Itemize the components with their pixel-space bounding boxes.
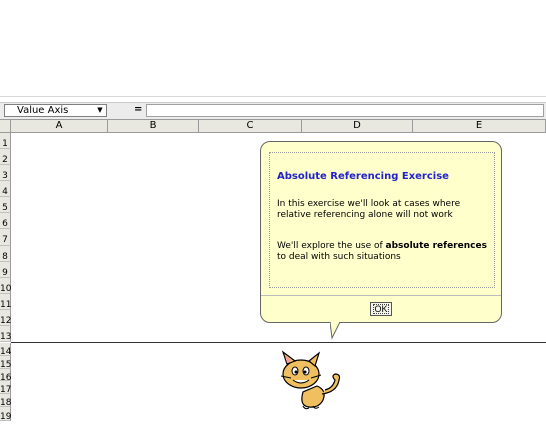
ok-label: OK <box>373 304 389 314</box>
row-header-10[interactable]: 10 <box>0 278 11 294</box>
row-header-9[interactable]: 9 <box>0 262 11 278</box>
frozen-pane-divider <box>11 342 546 343</box>
name-box[interactable]: Value Axis ▼ <box>4 104 107 117</box>
row-header-12[interactable]: 12 <box>0 310 11 326</box>
row-header-1[interactable]: 1 <box>0 133 11 149</box>
column-header-d[interactable]: D <box>302 120 413 133</box>
row-header-4[interactable]: 4 <box>0 181 11 197</box>
chevron-down-icon[interactable]: ▼ <box>95 106 105 115</box>
balloon-separator <box>261 295 501 296</box>
row-header-18[interactable]: 18 <box>0 394 11 408</box>
assistant-balloon: Absolute Referencing Exercise In this ex… <box>260 141 502 323</box>
para2-suffix: to deal with such situations <box>277 252 401 262</box>
balloon-paragraph-1: In this exercise we'll look at cases whe… <box>277 199 461 220</box>
row-header-6[interactable]: 6 <box>0 213 11 229</box>
ok-button[interactable]: OK <box>370 302 392 316</box>
column-header-b[interactable]: B <box>108 120 199 133</box>
row-header-5[interactable]: 5 <box>0 197 11 213</box>
chart-area <box>0 0 546 103</box>
row-header-11[interactable]: 11 <box>0 294 11 310</box>
para2-prefix: We'll explore the use of <box>277 241 386 251</box>
column-header-e[interactable]: E <box>413 120 546 133</box>
column-header-c[interactable]: C <box>199 120 302 133</box>
formula-input[interactable] <box>146 104 544 117</box>
row-header-14[interactable]: 14 <box>0 343 11 357</box>
balloon-tail <box>330 322 341 340</box>
select-all-corner[interactable] <box>0 120 11 133</box>
chart-ruler <box>0 96 546 103</box>
para2-bold: absolute references <box>385 241 487 251</box>
equals-sign: = <box>134 104 143 115</box>
row-header-2[interactable]: 2 <box>0 149 11 165</box>
formula-bar: Value Axis ▼ = <box>0 103 546 120</box>
row-header-3[interactable]: 3 <box>0 165 11 181</box>
row-header-15[interactable]: 15 <box>0 356 11 370</box>
column-header-a[interactable]: A <box>11 120 108 133</box>
row-header-17[interactable]: 17 <box>0 381 11 395</box>
balloon-paragraph-2: We'll explore the use of absolute refere… <box>277 241 492 263</box>
balloon-title: Absolute Referencing Exercise <box>277 171 449 182</box>
row-header-8[interactable]: 8 <box>0 246 11 262</box>
row-header-13[interactable]: 13 <box>0 326 11 342</box>
name-box-value: Value Axis <box>17 105 69 116</box>
row-header-7[interactable]: 7 <box>0 229 11 246</box>
row-header-16[interactable]: 16 <box>0 369 11 383</box>
office-assistant-cat-icon[interactable] <box>275 350 350 410</box>
row-header-19[interactable]: 19 <box>0 407 11 422</box>
